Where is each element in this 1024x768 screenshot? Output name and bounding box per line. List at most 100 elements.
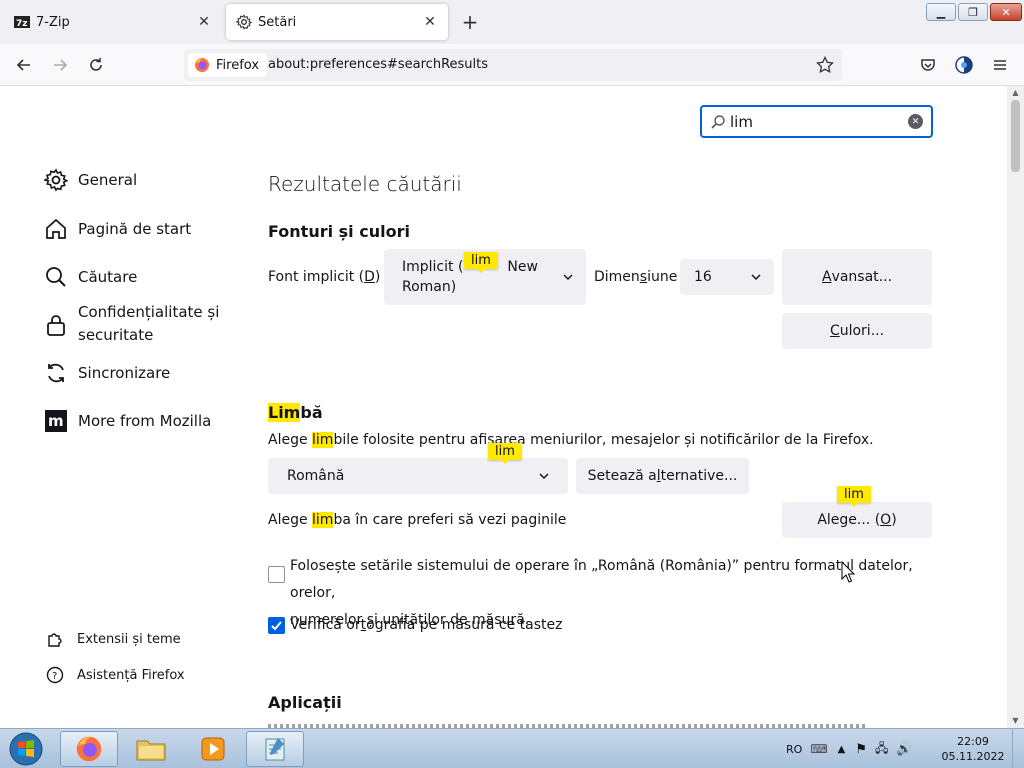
sidebar-item-home[interactable]: Pagină de start	[44, 217, 191, 241]
fonts-heading: Fonturi și culori	[268, 222, 410, 241]
action-center-flag-icon[interactable]: ⚑	[855, 742, 867, 757]
close-window-button[interactable]: ✕	[990, 3, 1022, 21]
taskbar-media-player[interactable]	[184, 731, 242, 767]
forward-button[interactable]	[46, 52, 74, 78]
taskbar-clock[interactable]: 22:09 05.11.2022	[938, 734, 1008, 764]
page-title: Rezultatele căutării	[268, 172, 462, 196]
search-box[interactable]: ✕	[700, 105, 933, 138]
folder-icon	[136, 740, 166, 761]
media-player-icon	[201, 737, 225, 761]
applications-heading: Aplicații	[268, 693, 342, 712]
reload-icon	[90, 58, 102, 71]
choose-language-button[interactable]: Alege... (O)	[782, 502, 932, 538]
default-font-label: Font implicit (D)	[268, 269, 381, 285]
pocket-icon	[921, 59, 935, 71]
scroll-down-icon[interactable]: ▼	[1010, 716, 1021, 726]
account-icon	[955, 56, 973, 74]
scroll-thumb[interactable]	[1011, 100, 1020, 172]
search-highlight-tooltip: lim	[488, 443, 522, 464]
taskbar-firefox[interactable]	[60, 731, 118, 767]
sidebar-item-label: Sincronizare	[78, 364, 171, 382]
sidebar-item-label: Pagină de start	[78, 220, 192, 238]
start-button[interactable]	[4, 731, 48, 767]
language-heading: Limbă	[268, 403, 323, 422]
spellcheck-checkbox[interactable]	[268, 617, 285, 634]
minimize-button[interactable]: ▁	[926, 3, 956, 21]
sidebar-item-general[interactable]: General	[44, 168, 137, 192]
sync-icon	[44, 361, 68, 385]
search-input[interactable]	[730, 112, 900, 131]
help-icon: ?	[46, 666, 64, 684]
new-tab-button[interactable]: +	[458, 10, 482, 34]
search-highlight-tooltip: lim	[464, 252, 498, 273]
arrow-left-icon	[16, 59, 30, 71]
page-language-description: Alege limba în care preferi să vezi pagi…	[268, 512, 567, 528]
identity-box[interactable]: Firefox	[188, 53, 268, 77]
svg-text:7z: 7z	[16, 19, 28, 29]
language-alternatives-button[interactable]: Setează a l ternative...	[576, 458, 749, 494]
language-indicator[interactable]: RO	[786, 743, 802, 756]
menu-button[interactable]	[986, 52, 1014, 78]
keyboard-icon[interactable]: ⌨	[810, 742, 827, 756]
show-desktop-button[interactable]	[1012, 729, 1024, 768]
nav-bar: Firefox about:preferences#searchResults	[0, 44, 1024, 86]
7zip-icon: 7z	[14, 14, 30, 30]
sidebar-item-mozilla[interactable]: m More from Mozilla	[44, 409, 211, 433]
home-icon	[44, 217, 68, 241]
scroll-up-icon[interactable]: ▲	[1010, 88, 1021, 98]
advanced-fonts-button[interactable]: Avansat...	[782, 249, 932, 305]
font-size-label: Dimensiune	[594, 269, 678, 285]
volume-icon[interactable]: 🔊	[896, 742, 912, 757]
reload-button[interactable]	[82, 52, 110, 78]
chevron-down-icon	[539, 473, 549, 480]
language-select[interactable]: Română	[268, 458, 568, 494]
chevron-down-icon	[751, 274, 761, 281]
taskbar-explorer[interactable]	[122, 731, 180, 767]
identity-label: Firefox	[216, 57, 260, 73]
tab-bar: 7z 7-Zip ✕ Setări ✕ + ▁ ❐ ✕	[0, 0, 1024, 44]
back-button[interactable]	[10, 52, 38, 78]
mouse-cursor-icon	[841, 561, 855, 583]
account-button[interactable]	[950, 52, 978, 78]
sidebar-item-label: More from Mozilla	[78, 412, 212, 430]
clear-search-icon[interactable]: ✕	[908, 114, 923, 129]
colors-button[interactable]: Culori...	[782, 313, 932, 349]
sidebar-item-addons[interactable]: Extensii și teme	[46, 630, 181, 648]
tab-7zip[interactable]: 7z 7-Zip ✕	[4, 4, 222, 40]
notepad-icon	[265, 738, 285, 761]
tab-settings[interactable]: Setări ✕	[226, 4, 448, 40]
taskbar-notepad[interactable]	[246, 731, 304, 767]
maximize-button[interactable]: ❐	[958, 3, 988, 21]
chevron-down-icon	[563, 274, 573, 281]
page-scrollbar[interactable]: ▲ ▼	[1007, 86, 1024, 728]
sidebar-item-label: Extensii și teme	[77, 631, 181, 647]
sidebar-item-support[interactable]: ? Asistență Firefox	[46, 666, 185, 684]
language-description: Alege limbile folosite pentru afișarea m…	[268, 432, 874, 448]
checkmark-icon	[271, 621, 282, 631]
gear-icon	[236, 14, 252, 30]
url-text[interactable]: about:preferences#searchResults	[268, 57, 488, 72]
windows-logo-icon	[9, 732, 43, 766]
pocket-button[interactable]	[914, 52, 942, 78]
close-tab-icon[interactable]: ✕	[422, 14, 438, 30]
font-size-select[interactable]: 16	[680, 259, 774, 295]
close-tab-icon[interactable]: ✕	[196, 14, 212, 30]
url-bar[interactable]: Firefox about:preferences#searchResults	[184, 49, 842, 81]
lock-icon	[44, 313, 68, 337]
os-locale-checkbox[interactable]	[268, 566, 285, 583]
arrow-right-icon	[54, 59, 68, 71]
network-icon[interactable]: 🖧	[875, 739, 888, 760]
mozilla-icon: m	[44, 409, 68, 433]
sidebar-item-label: Asistență Firefox	[77, 667, 185, 683]
search-icon	[711, 114, 725, 129]
svg-text:m: m	[48, 412, 64, 430]
sidebar-item-privacy[interactable]: Confidențialitate și securitate	[44, 301, 219, 347]
clock-date: 05.11.2022	[941, 750, 1005, 763]
show-hidden-icons-icon[interactable]: ▲	[838, 744, 846, 755]
firefox-icon	[76, 736, 102, 762]
taskbar: RO ⌨ ▲ ⚑ 🖧 🔊 22:09 05.11.2022	[0, 728, 1024, 768]
bookmark-star-icon[interactable]	[814, 54, 836, 76]
sidebar-item-search[interactable]: Căutare	[44, 265, 137, 289]
svg-text:?: ?	[52, 671, 57, 682]
sidebar-item-sync[interactable]: Sincronizare	[44, 361, 170, 385]
